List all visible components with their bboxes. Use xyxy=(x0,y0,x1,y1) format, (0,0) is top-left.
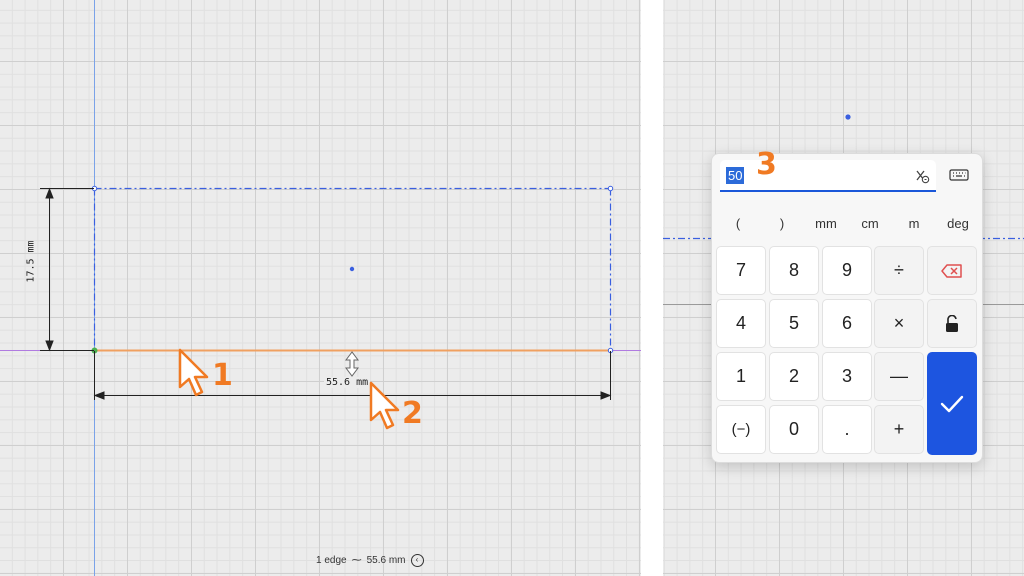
close-paren-button[interactable]: ) xyxy=(760,216,804,231)
calculator-popup: 50 3 ( ) mm cm m deg 7 8 9 ÷ 4 5 6 × 1 2… xyxy=(711,147,983,463)
checkmark-icon xyxy=(940,395,964,412)
keyboard-icon[interactable] xyxy=(949,167,969,183)
clear-icon[interactable] xyxy=(914,168,930,184)
sketch-canvas-left[interactable]: 17.5 mm 55.6 mm 1 2 xyxy=(0,0,641,576)
multiply-button[interactable]: × xyxy=(874,299,924,348)
key-2[interactable]: 2 xyxy=(769,352,819,401)
backspace-icon xyxy=(941,263,962,278)
key-5[interactable]: 5 xyxy=(769,299,819,348)
pointer-cursor-icon xyxy=(369,381,400,430)
negate-button[interactable]: (−) xyxy=(716,405,766,454)
decimal-button[interactable]: . xyxy=(822,405,872,454)
corner-point xyxy=(607,185,614,192)
m-button[interactable]: m xyxy=(892,216,936,231)
callout-2: 2 xyxy=(402,396,423,431)
pointer-cursor-icon xyxy=(178,348,209,397)
deg-button[interactable]: deg xyxy=(936,216,980,231)
confirm-button[interactable] xyxy=(927,352,977,455)
length-icon: ⁓ xyxy=(351,554,362,566)
mm-button[interactable]: mm xyxy=(804,216,848,231)
key-4[interactable]: 4 xyxy=(716,299,766,348)
callout-1: 1 xyxy=(212,358,233,393)
unit-button-row: ( ) mm cm m deg xyxy=(716,216,980,234)
measurement-value: 55.6 mm xyxy=(366,554,406,566)
callout-3: 3 xyxy=(756,147,777,182)
key-8[interactable]: 8 xyxy=(769,246,819,295)
cm-button[interactable]: cm xyxy=(848,216,892,231)
dimension-horizontal-label[interactable]: 55.6 mm xyxy=(324,377,371,388)
chevron-left-icon[interactable]: ‹ xyxy=(410,553,424,567)
open-paren-button[interactable]: ( xyxy=(716,216,760,231)
center-point xyxy=(845,114,851,120)
key-9[interactable]: 9 xyxy=(822,246,872,295)
key-3[interactable]: 3 xyxy=(822,352,872,401)
status-bar: 1 edge ⁓ 55.6 mm ‹ xyxy=(316,551,424,569)
sketch-drawing xyxy=(0,0,641,576)
lock-button[interactable] xyxy=(927,299,977,348)
backspace-button[interactable] xyxy=(927,246,977,295)
value-input-text[interactable]: 50 xyxy=(726,167,745,184)
center-point xyxy=(349,266,355,272)
key-0[interactable]: 0 xyxy=(769,405,819,454)
divide-button[interactable]: ÷ xyxy=(874,246,924,295)
plus-button[interactable]: + xyxy=(874,405,924,454)
selection-count: 1 edge xyxy=(316,554,347,566)
key-1[interactable]: 1 xyxy=(716,352,766,401)
vertical-dimension xyxy=(40,187,94,352)
value-input[interactable]: 50 xyxy=(720,160,936,192)
lock-icon xyxy=(946,314,958,332)
resize-cursor-icon xyxy=(345,351,359,377)
minus-button[interactable]: — xyxy=(874,352,924,401)
key-6[interactable]: 6 xyxy=(822,299,872,348)
key-7[interactable]: 7 xyxy=(716,246,766,295)
